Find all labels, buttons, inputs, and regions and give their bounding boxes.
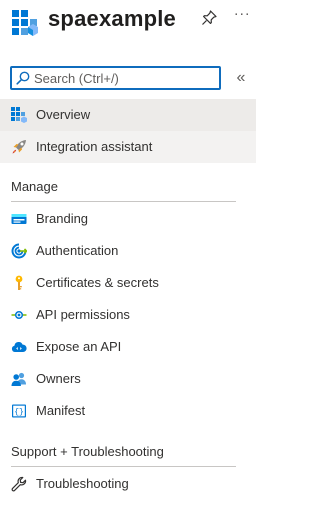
nav-item-integration-assistant[interactable]: Integration assistant — [0, 131, 256, 163]
section-heading-manage: Manage — [11, 179, 58, 194]
owners-icon — [11, 372, 26, 386]
nav-item-troubleshooting[interactable]: Troubleshooting — [0, 468, 256, 500]
rocket-icon — [12, 140, 26, 154]
nav-item-api-permissions[interactable]: API permissions — [0, 299, 256, 331]
authentication-icon — [11, 243, 27, 259]
search-icon — [16, 71, 30, 85]
nav-item-label: Overview — [36, 107, 91, 122]
nav-item-expose-an-api[interactable]: Expose an API — [0, 331, 256, 363]
api-permissions-icon — [11, 310, 27, 320]
nav-item-label: Owners — [36, 371, 81, 386]
nav-item-overview[interactable]: Overview — [0, 99, 256, 131]
branding-icon — [11, 214, 27, 224]
nav-item-manifest[interactable]: {} Manifest — [0, 395, 256, 427]
nav-item-certificates-secrets[interactable]: Certificates & secrets — [0, 267, 256, 299]
search-box[interactable] — [10, 66, 221, 90]
grid-overview-icon — [11, 107, 27, 123]
nav-item-label: Branding — [36, 211, 89, 226]
nav-item-label: Expose an API — [36, 339, 122, 354]
nav-item-label: Manifest — [36, 403, 86, 418]
cloud-api-icon — [11, 342, 27, 352]
more-options-button[interactable]: ··· — [232, 4, 252, 24]
search-input[interactable] — [34, 68, 216, 88]
section-heading-support: Support + Troubleshooting — [11, 444, 164, 459]
nav-item-label: Troubleshooting — [36, 476, 129, 491]
nav-item-label: Certificates & secrets — [36, 275, 159, 290]
section-divider — [11, 201, 236, 202]
manifest-icon: {} — [12, 404, 26, 418]
nav-item-label: Integration assistant — [36, 139, 153, 154]
pin-icon[interactable] — [200, 9, 218, 27]
svg-text:{}: {} — [14, 408, 24, 417]
nav-item-branding[interactable]: Branding — [0, 203, 256, 235]
wrench-icon — [11, 476, 27, 492]
key-icon — [15, 275, 23, 290]
blade-header: spaexample ··· — [0, 0, 270, 52]
nav-item-owners[interactable]: Owners — [0, 363, 256, 395]
section-divider — [11, 466, 236, 467]
page-title: spaexample — [48, 6, 176, 31]
app-registration-icon — [12, 10, 38, 36]
collapse-menu-button[interactable]: « — [232, 68, 250, 88]
nav-item-authentication[interactable]: Authentication — [0, 235, 256, 267]
nav-item-label: API permissions — [36, 307, 130, 322]
nav-item-label: Authentication — [36, 243, 119, 258]
